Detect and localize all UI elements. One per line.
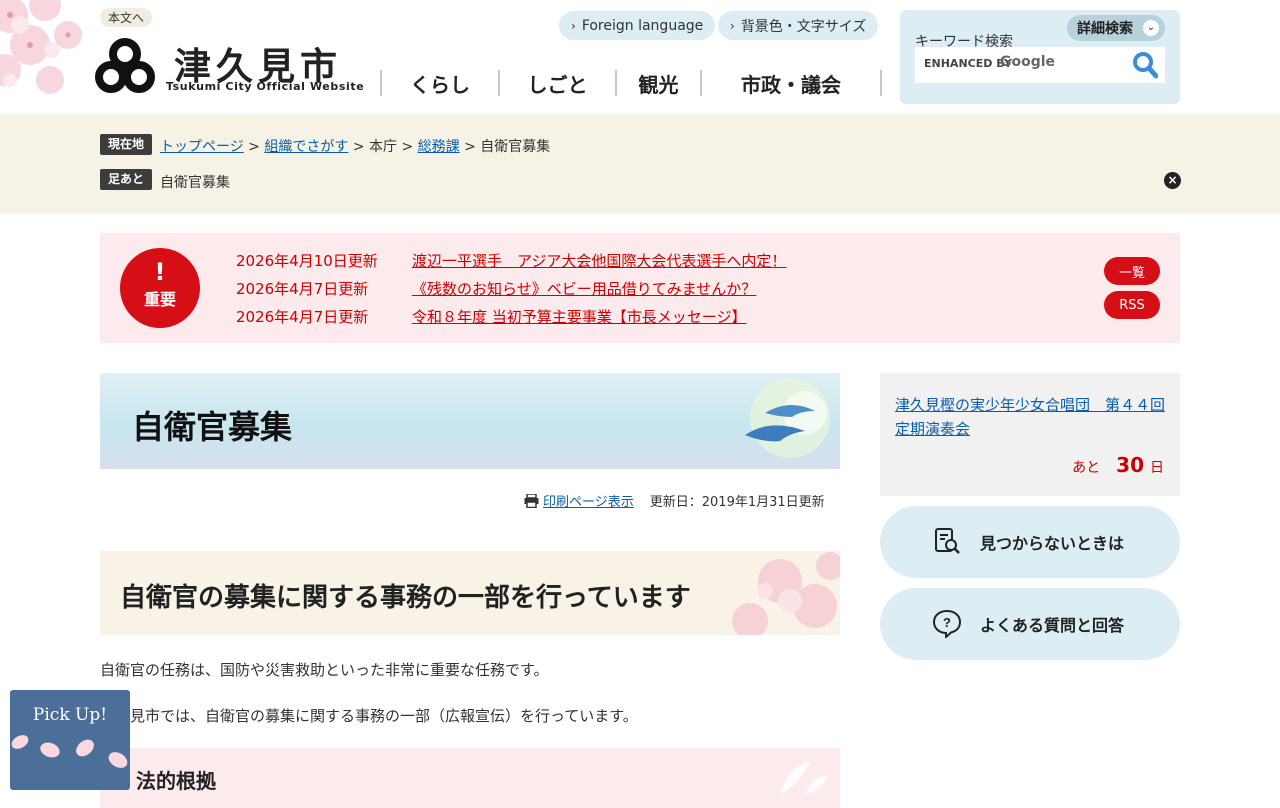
cherry-blossom-decoration xyxy=(0,0,82,94)
breadcrumb-current: 自衛官募集 xyxy=(480,139,551,155)
exclamation-icon: ! xyxy=(154,258,166,286)
not-found-button[interactable]: 見つからないときは xyxy=(880,506,1180,578)
list-all-button[interactable]: 一覧 xyxy=(1104,257,1160,285)
chevron-right-icon: › xyxy=(730,18,735,33)
petal-decoration xyxy=(780,762,828,794)
subsection-heading: 法的根拠 xyxy=(100,748,840,808)
notice-link[interactable]: 《残数のお知らせ》ベビー用品借りてみませんか？ xyxy=(412,280,756,298)
skip-to-content-link[interactable]: 本文へ xyxy=(100,8,153,27)
list-item: 2026年4月10日更新 渡辺一平選手 アジア大会他国際大会代表選手へ内定！ xyxy=(236,250,786,271)
advanced-search-button[interactable]: 詳細検索 ⌄ xyxy=(1067,15,1165,41)
breadcrumb-static: 本庁 xyxy=(369,139,398,155)
body-paragraph: 自衛官の任務は、国防や災害救助といった非常に重要な任務です。 xyxy=(100,661,549,679)
history-tag: 足あと xyxy=(100,169,153,190)
rss-button[interactable]: RSS xyxy=(1104,291,1160,319)
countdown-suffix: 日 xyxy=(1150,460,1164,476)
important-label: 重要 xyxy=(143,290,176,309)
section-heading-text: 自衛官の募集に関する事務の一部を行っています xyxy=(120,583,691,613)
site-logo[interactable]: 津久見市 Tsukumi City Official Website xyxy=(94,36,364,98)
breadcrumb-separator: > xyxy=(459,139,481,155)
breadcrumb-separator: > xyxy=(397,139,418,155)
city-emblem-icon xyxy=(95,38,155,93)
breadcrumb-link-organization[interactable]: 組織でさがす xyxy=(264,139,348,155)
page-meta: 印刷ページ表示 更新日：2019年1月31日更新 xyxy=(524,491,825,510)
history-item[interactable]: 自衛官募集 xyxy=(160,172,230,192)
notice-link[interactable]: 渡辺一平選手 アジア大会他国際大会代表選手へ内定！ xyxy=(412,252,786,270)
foreign-language-label: Foreign language xyxy=(581,17,704,34)
foreign-language-button[interactable]: › Foreign language xyxy=(559,11,716,40)
important-notices: ! 重要 2026年4月10日更新 渡辺一平選手 アジア大会他国際大会代表選手へ内… xyxy=(100,233,1180,343)
breadcrumb-link-top[interactable]: トップページ xyxy=(160,139,244,155)
site-name-english: Tsukumi City Official Website xyxy=(166,80,365,93)
countdown-prefix: あと xyxy=(1072,460,1101,476)
advanced-search-label: 詳細検索 xyxy=(1077,21,1133,37)
list-item: 2026年4月7日更新 令和８年度 当初予算主要事業【市長メッセージ】 xyxy=(236,306,746,327)
google-logo-text: Google xyxy=(1000,54,1056,70)
list-item: 2026年4月7日更新 《残数のお知らせ》ベビー用品借りてみませんか？ xyxy=(236,278,756,299)
nav-item-living[interactable]: くらし xyxy=(380,70,498,97)
section-heading: 自衛官の募集に関する事務の一部を行っています xyxy=(100,551,840,635)
breadcrumb-separator: > xyxy=(243,139,265,155)
breadcrumb-area: 現在地 トップページ > 組織でさがす > 本庁 > 総務課 > 自衛官募集 足… xyxy=(0,114,1280,213)
search-panel: キーワード検索 詳細検索 ⌄ ENHANCED BY Google xyxy=(900,10,1180,104)
page-title: 自衛官募集 xyxy=(132,408,293,446)
global-nav: くらし しごと 観光 市政・議会 xyxy=(380,70,882,97)
display-settings-button[interactable]: › 背景色・文字サイズ xyxy=(718,11,879,40)
question-bubble-icon: ? xyxy=(932,609,962,638)
print-page-link[interactable]: 印刷ページ表示 xyxy=(543,491,634,510)
notice-date: 2026年4月7日更新 xyxy=(236,280,369,298)
search-icon[interactable] xyxy=(1132,51,1158,79)
nav-item-city-government[interactable]: 市政・議会 xyxy=(700,70,882,97)
pickup-label: Pick Up! xyxy=(32,705,108,725)
chevron-right-icon: › xyxy=(571,18,576,33)
countdown-number: 30 xyxy=(1116,453,1144,477)
search-enhanced-by: ENHANCED BY xyxy=(924,57,1012,70)
printer-icon xyxy=(524,493,539,508)
cherry-blossom-decoration xyxy=(732,552,840,635)
notice-date: 2026年4月7日更新 xyxy=(236,308,369,326)
display-settings-label: 背景色・文字サイズ xyxy=(740,18,867,35)
nav-item-tourism[interactable]: 観光 xyxy=(615,70,700,97)
not-found-label: 見つからないときは xyxy=(980,534,1125,553)
subsection-heading-text: 法的根拠 xyxy=(136,769,216,793)
faq-label: よくある質問と回答 xyxy=(980,616,1125,635)
body-paragraph: 津久見市では、自衛官の募集に関する事務の一部（広報宣伝）を行っています。 xyxy=(100,707,638,725)
breadcrumb: トップページ > 組織でさがす > 本庁 > 総務課 > 自衛官募集 xyxy=(160,136,550,156)
notice-date: 2026年4月10日更新 xyxy=(236,252,378,270)
document-search-icon xyxy=(935,528,960,554)
pickup-button[interactable]: Pick Up! xyxy=(10,690,130,790)
current-location-tag: 現在地 xyxy=(100,134,153,155)
dolphin-decoration xyxy=(745,378,830,458)
site-header: 本文へ 津久見市 Tsukumi City Official Website ›… xyxy=(0,0,1280,114)
faq-button[interactable]: ? よくある質問と回答 xyxy=(880,588,1180,660)
important-badge: ! 重要 xyxy=(120,248,200,328)
notice-link[interactable]: 令和８年度 当初予算主要事業【市長メッセージ】 xyxy=(412,308,746,326)
close-icon[interactable]: × xyxy=(1164,172,1181,189)
nav-item-work[interactable]: しごと xyxy=(498,70,615,97)
page-title-banner: 自衛官募集 xyxy=(100,373,840,469)
event-link[interactable]: 津久見樫の実少年少女合唱団 第４４回定期演奏会 xyxy=(895,393,1165,441)
svg-text:?: ? xyxy=(943,615,951,630)
countdown-days: あと 30 日 xyxy=(1072,453,1164,477)
petal-decoration xyxy=(11,735,128,768)
chevron-down-icon: ⌄ xyxy=(1143,20,1159,36)
breadcrumb-link-general-affairs[interactable]: 総務課 xyxy=(418,139,460,155)
breadcrumb-separator: > xyxy=(348,139,370,155)
event-countdown: 津久見樫の実少年少女合唱団 第４４回定期演奏会 あと 30 日 xyxy=(880,373,1180,496)
updated-date: 更新日：2019年1月31日更新 xyxy=(649,495,825,510)
